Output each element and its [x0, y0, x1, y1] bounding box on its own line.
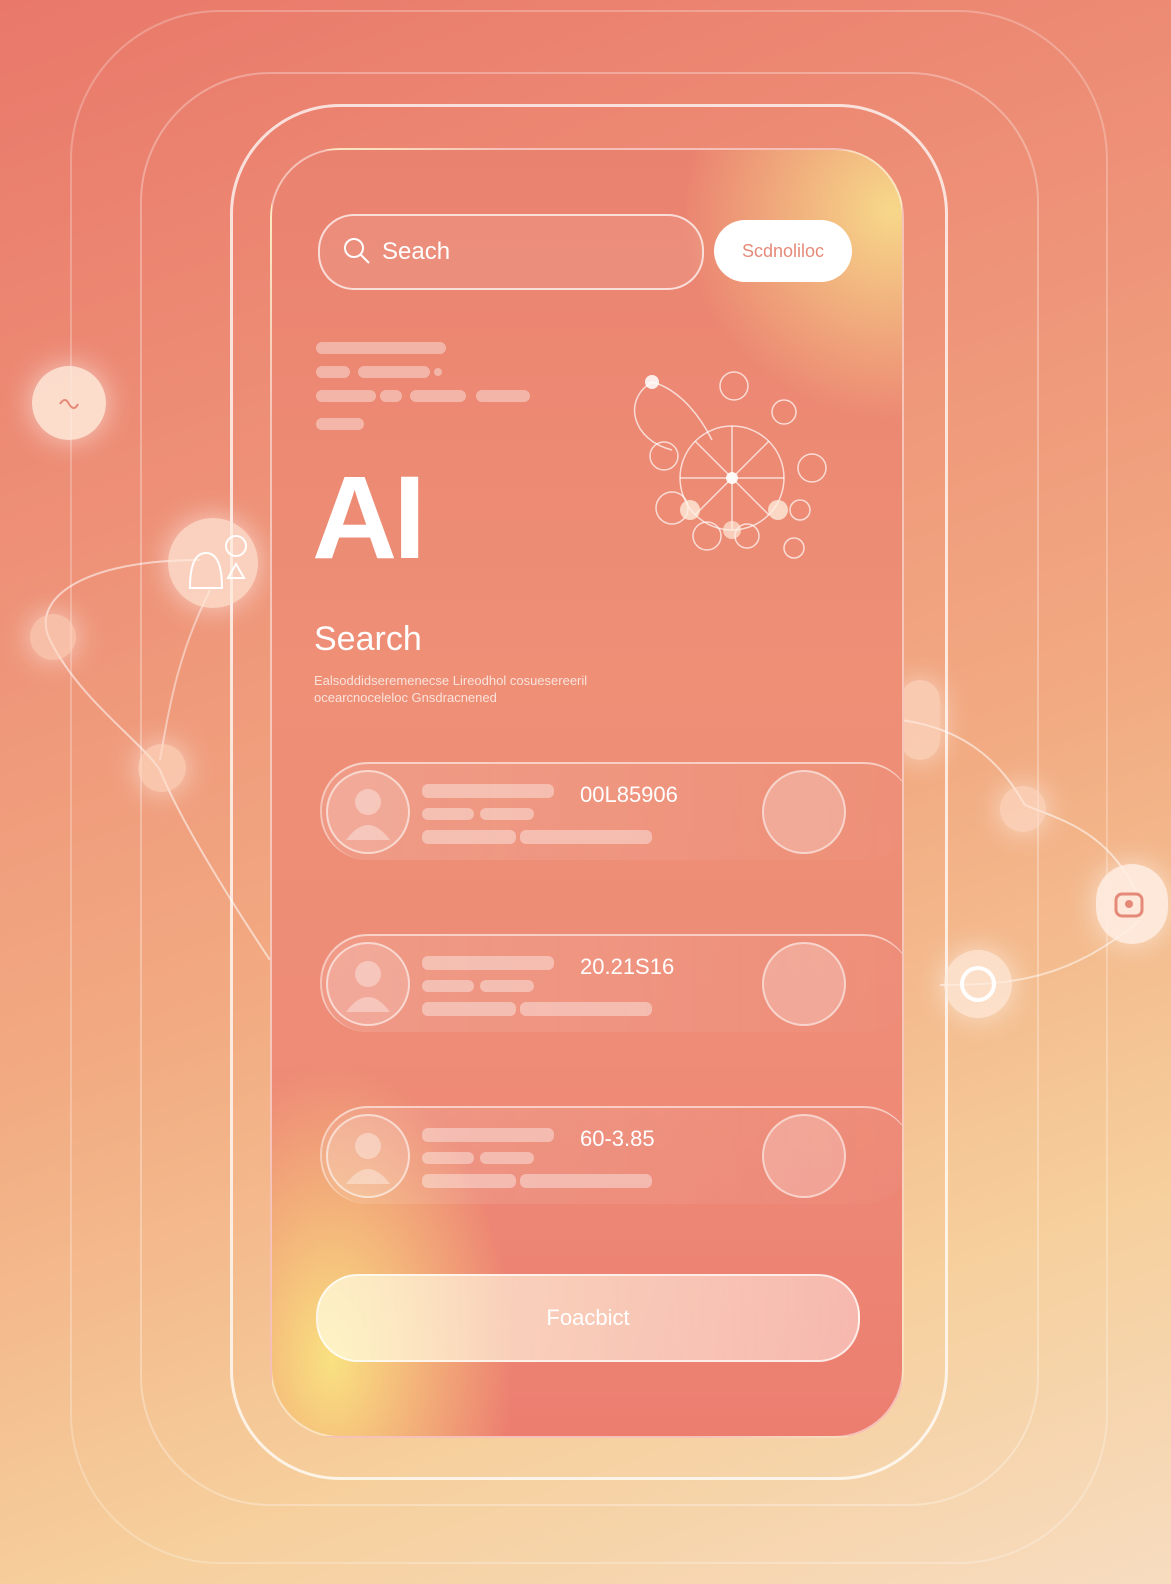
placeholder-line [422, 808, 474, 820]
search-button[interactable]: Scdnoliloc [714, 220, 852, 282]
hero-subtitle: Search [314, 620, 422, 658]
feedback-button[interactable]: Foacbict [316, 1274, 860, 1362]
placeholder-line [422, 1128, 554, 1142]
placeholder-line [422, 1174, 516, 1188]
node-bubble-icon [138, 744, 186, 792]
search-icon [344, 238, 370, 264]
wave-bubble-icon[interactable] [32, 366, 106, 440]
placeholder-line [316, 418, 364, 430]
phone-screen: Seach Scdnoliloc AI Search Ealsoddidsere… [270, 148, 904, 1438]
wave-icon [59, 399, 79, 409]
placeholder-line [422, 956, 554, 970]
user-avatar-icon [326, 1114, 410, 1198]
placeholder-line [316, 366, 350, 378]
shapes-bubble-icon[interactable] [168, 518, 258, 608]
placeholder-dot [434, 368, 442, 376]
placeholder-line [410, 390, 466, 402]
result-card[interactable]: 00L85906 [320, 762, 902, 860]
robot-icon [1114, 892, 1144, 918]
placeholder-line [476, 390, 530, 402]
user-avatar-icon [326, 770, 410, 854]
shapes-icon [188, 535, 247, 589]
placeholder-line [422, 830, 516, 844]
result-card[interactable]: 60-3.85 [320, 1106, 902, 1204]
robot-bubble-icon[interactable] [1096, 864, 1168, 944]
search-bar[interactable]: Seach [318, 214, 704, 290]
placeholder-line [422, 784, 554, 798]
placeholder-line [422, 1002, 516, 1016]
hero-title: AI [312, 452, 426, 584]
result-thumbnail-icon [762, 942, 846, 1026]
result-value: 60-3.85 [580, 1126, 655, 1151]
placeholder-line [480, 808, 534, 820]
placeholder-line [520, 1174, 652, 1188]
result-value: 00L85906 [580, 782, 678, 807]
placeholder-line [422, 980, 474, 992]
placeholder-line [316, 342, 446, 354]
result-thumbnail-icon [762, 770, 846, 854]
side-pill-bubble [900, 680, 940, 760]
hero-description: Ealsoddidseremenecse Lireodhol cosuesere… [314, 672, 714, 706]
placeholder-line [520, 1002, 652, 1016]
result-card[interactable]: 20.21S16 [320, 934, 902, 1032]
placeholder-line [480, 1152, 534, 1164]
search-input[interactable]: Seach [382, 238, 450, 266]
placeholder-line [316, 390, 376, 402]
node-bubble-icon [30, 614, 76, 660]
result-thumbnail-icon [762, 1114, 846, 1198]
placeholder-line [480, 980, 534, 992]
node-bubble-icon [1000, 786, 1046, 832]
placeholder-line [358, 366, 430, 378]
user-avatar-icon [326, 942, 410, 1026]
placeholder-line [422, 1152, 474, 1164]
target-bubble-icon[interactable] [944, 950, 1012, 1018]
placeholder-line [380, 390, 402, 402]
target-icon [960, 966, 996, 1002]
neural-network-illustration [633, 371, 827, 559]
description-line: Ealsoddidseremenecse Lireodhol cosuesere… [314, 673, 588, 688]
description-line: ocearcnoceleloc Gnsdracnened [314, 690, 497, 705]
placeholder-line [520, 830, 652, 844]
result-value: 20.21S16 [580, 954, 675, 979]
